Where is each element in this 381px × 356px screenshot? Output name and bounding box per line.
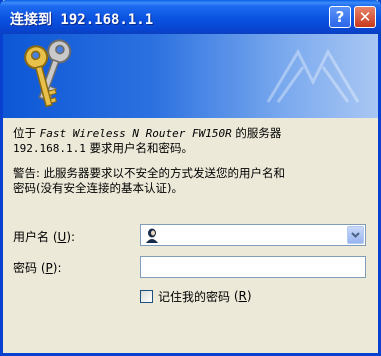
remember-label: 记住我的密码 [158,289,231,304]
username-label: 用户名 (U): [13,230,76,244]
warning-line-2: 密码(没有安全连接的基本认证)。 [13,181,183,195]
title-bar[interactable]: 连接到 192.168.1.1 ? ✕ [0,0,381,34]
window-title: 连接到 192.168.1.1 [10,12,154,28]
username-dropdown-button[interactable] [347,226,364,244]
password-field[interactable] [140,256,366,278]
dialog-banner [3,34,378,118]
user-icon [146,228,158,243]
login-dialog: 连接到 192.168.1.1 ? ✕ 位于 Fast Wireless N R… [0,0,381,356]
message-suffix: 的服务器 [231,126,282,140]
password-label: 密码 (P): [13,261,62,275]
remember-password[interactable]: 记住我的密码 (R) [140,288,252,304]
warning-line-1: 警告: 此服务器要求以不安全的方式发送您的用户名和 [13,166,286,180]
close-button[interactable]: ✕ [354,6,376,28]
message-prefix: 位于 [13,126,40,140]
keys-icon [24,39,72,108]
username-combobox[interactable] [140,224,366,246]
username-label-text: 用户名 [13,230,50,244]
password-label-text: 密码 [13,261,38,275]
warning-message: 警告: 此服务器要求以不安全的方式发送您的用户名和 密码(没有安全连接的基本认证… [13,166,373,196]
message-request: 要求用户名和密码。 [85,141,194,155]
remember-checkbox[interactable] [140,289,153,303]
device-name: Fast Wireless N Router FW150R [39,127,232,140]
help-button[interactable]: ? [329,6,351,28]
server-message: 位于 Fast Wireless N Router FW150R 的服务器 19… [13,126,373,156]
remember-accel: R [238,289,247,303]
banner-decoration [266,48,360,103]
close-icon: ✕ [358,8,372,26]
dialog-body: 位于 Fast Wireless N Router FW150R 的服务器 19… [3,118,378,353]
server-address: 192.168.1.1 [13,142,86,155]
chevron-down-icon [351,232,360,238]
password-accel: P [45,261,53,275]
username-accel: U [57,230,67,244]
help-icon: ? [335,8,345,26]
